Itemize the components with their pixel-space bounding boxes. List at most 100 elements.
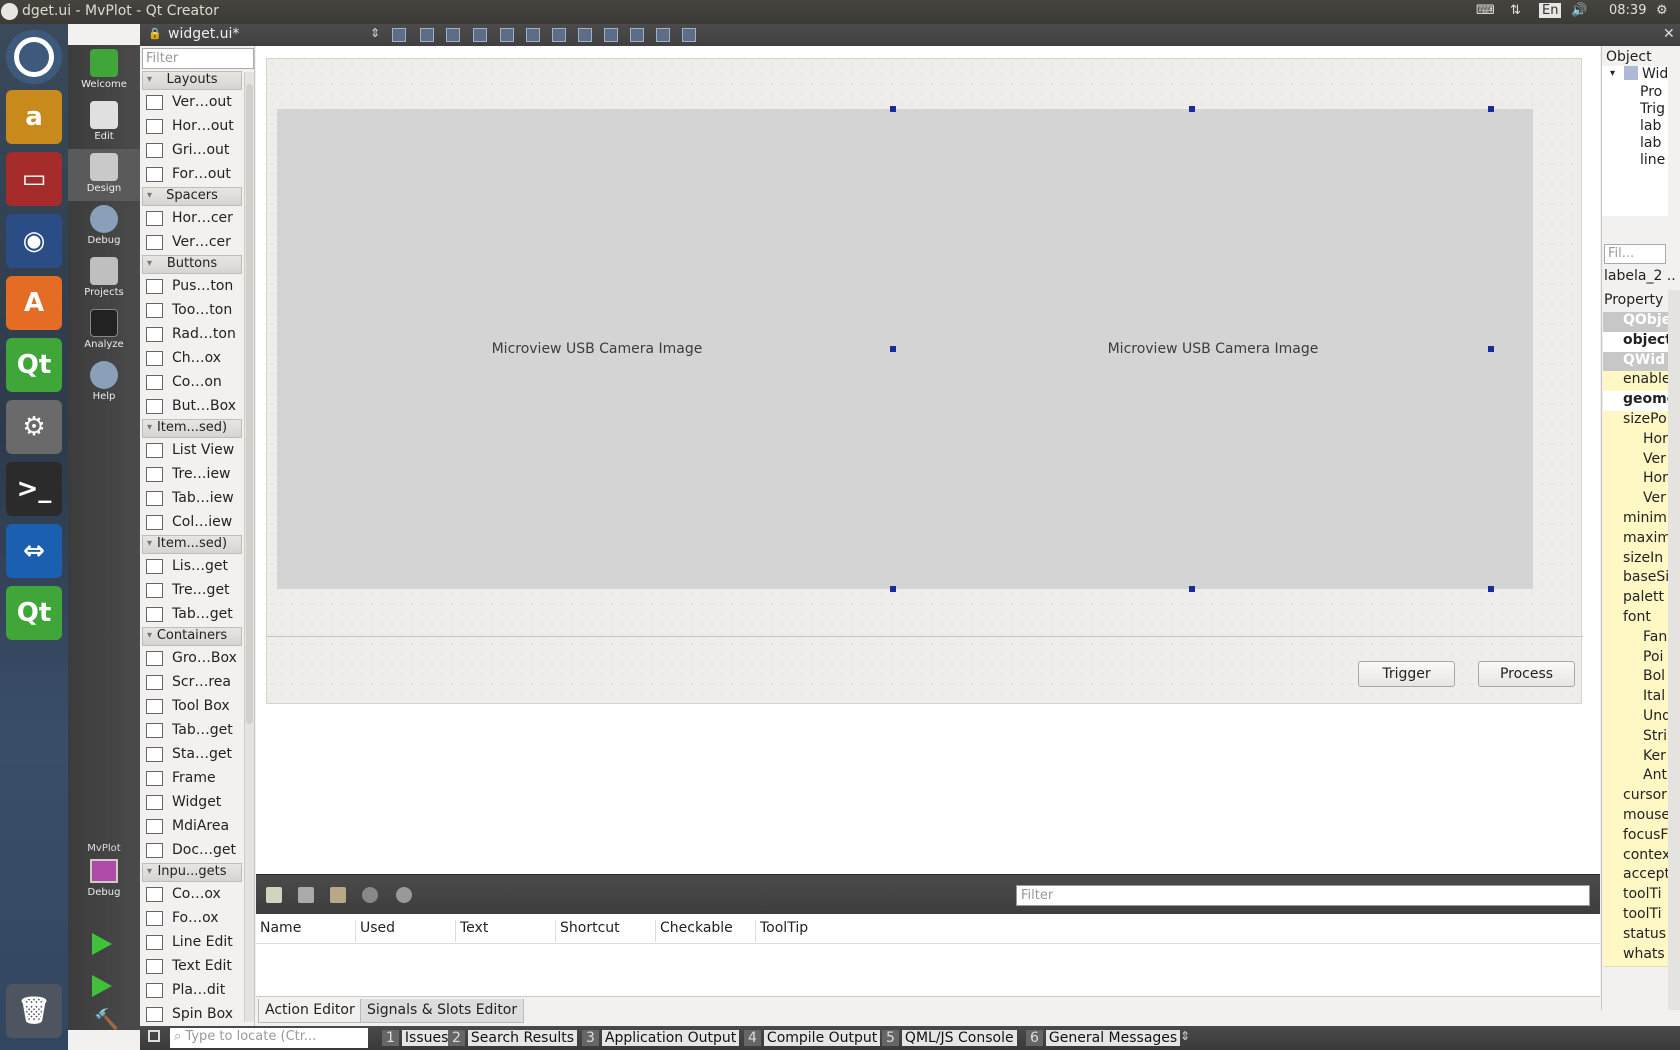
firefox-icon[interactable]: ◉: [6, 214, 62, 268]
scrollbar-thumb[interactable]: [246, 84, 253, 724]
property-row[interactable]: Hor: [1603, 470, 1669, 492]
property-row[interactable]: accept: [1603, 866, 1669, 888]
widget-item[interactable]: Gro…Box: [146, 647, 237, 669]
mode-help[interactable]: Help: [68, 357, 140, 409]
layout-vertical-icon[interactable]: [526, 28, 540, 42]
selection-handle[interactable]: [890, 346, 896, 352]
property-row[interactable]: Und: [1603, 708, 1669, 729]
widget-item[interactable]: Spin Box: [146, 1003, 233, 1025]
property-row[interactable]: Ver: [1603, 450, 1669, 472]
copy-action-icon[interactable]: [298, 887, 314, 903]
edit-buddies-icon[interactable]: [446, 28, 460, 42]
edit-signals-icon[interactable]: [420, 28, 434, 42]
system-settings-icon[interactable]: ⚙: [6, 400, 62, 454]
pane-general-messages[interactable]: 6 General Messages: [1026, 1028, 1181, 1048]
run-icon[interactable]: [92, 933, 112, 955]
category-buttons[interactable]: Buttons: [142, 255, 242, 274]
object-tree-item[interactable]: Wid: [1642, 66, 1668, 82]
widget-item[interactable]: Sta…get: [146, 743, 232, 765]
pane-search-results[interactable]: 2 Search Results: [448, 1028, 578, 1048]
widget-item[interactable]: Pla…dit: [146, 979, 225, 1001]
camera-image-label-2[interactable]: Microview USB Camera Image: [893, 109, 1533, 589]
property-row[interactable]: sizePo: [1603, 411, 1669, 432]
adjust-size-icon[interactable]: [682, 28, 696, 42]
property-row[interactable]: contex: [1603, 846, 1669, 868]
column-name[interactable]: Name: [256, 920, 356, 942]
widget-item[interactable]: Rad…ton: [146, 323, 236, 345]
widget-item[interactable]: Col…iew: [146, 511, 232, 533]
property-row[interactable]: QWid: [1603, 351, 1669, 373]
object-tree-item[interactable]: Pro: [1640, 84, 1662, 100]
property-row[interactable]: QObje: [1603, 312, 1669, 333]
property-row[interactable]: Poi: [1603, 648, 1669, 670]
pane-issues[interactable]: 1 Issues: [382, 1028, 452, 1048]
mode-welcome[interactable]: Welcome: [68, 45, 140, 97]
pane-qml-console[interactable]: 5 QML/JS Console: [882, 1028, 1017, 1048]
mode-debug[interactable]: Debug: [68, 201, 140, 253]
property-row[interactable]: palett: [1603, 589, 1669, 611]
widget-filter-input[interactable]: Filter: [142, 48, 254, 69]
widget-item[interactable]: Too…ton: [146, 299, 232, 321]
qt-creator-icon[interactable]: Qt: [6, 338, 62, 392]
mode-edit[interactable]: Edit: [68, 97, 140, 149]
property-row[interactable]: Stri: [1603, 727, 1669, 749]
object-tree-item[interactable]: lab: [1640, 135, 1661, 151]
object-tree-item[interactable]: line: [1640, 152, 1665, 168]
widget-item[interactable]: For…out: [146, 163, 231, 185]
column-checkable[interactable]: Checkable: [656, 920, 756, 942]
property-row[interactable]: status: [1603, 925, 1669, 947]
widget-item[interactable]: Tre…get: [146, 579, 230, 601]
widget-item[interactable]: Hor…out: [146, 115, 234, 137]
toggle-sidebar-icon[interactable]: [148, 1030, 160, 1042]
form-widget[interactable]: Microview USB Camera Image Microview USB…: [266, 58, 1583, 704]
object-tree[interactable]: ▾ Wid Pro Trig lab lab line: [1602, 66, 1668, 216]
files-icon[interactable]: ▭: [6, 152, 62, 206]
widget-item[interactable]: Frame: [146, 767, 216, 789]
selection-handle[interactable]: [1189, 106, 1195, 112]
kit-selector[interactable]: Debug: [68, 859, 140, 909]
volume-icon[interactable]: 🔊: [1571, 3, 1587, 18]
property-row[interactable]: Bol: [1603, 668, 1669, 690]
selection-handle[interactable]: [1488, 106, 1494, 112]
paste-action-icon[interactable]: [330, 887, 346, 903]
property-row[interactable]: minim: [1603, 510, 1669, 531]
category-item-widgets[interactable]: Item...sed): [142, 535, 242, 554]
property-row[interactable]: object: [1603, 331, 1669, 353]
dash-icon[interactable]: [1, 3, 18, 20]
action-table-body[interactable]: [256, 944, 1600, 996]
widget-item[interactable]: Tool Box: [146, 695, 230, 717]
settings-gear-icon[interactable]: ⚙: [1656, 3, 1668, 18]
widget-item[interactable]: But…Box: [146, 395, 236, 417]
process-button[interactable]: Process: [1478, 661, 1575, 687]
property-row[interactable]: geome: [1603, 391, 1669, 413]
edit-tab-order-icon[interactable]: [473, 28, 487, 42]
property-row[interactable]: whats: [1603, 945, 1669, 967]
trigger-button[interactable]: Trigger: [1358, 661, 1455, 687]
widget-item[interactable]: Fo…ox: [146, 907, 219, 929]
build-hammer-icon[interactable]: 🔨: [94, 1007, 119, 1031]
selection-handle[interactable]: [1488, 346, 1494, 352]
more-panes-arrow-icon[interactable]: ⇕: [1180, 1029, 1190, 1043]
action-filter-input[interactable]: Filter: [1016, 885, 1590, 906]
teamviewer-icon[interactable]: ⇔: [6, 524, 62, 578]
widget-item[interactable]: Co…on: [146, 371, 222, 393]
keyboard-icon[interactable]: ⌨: [1476, 3, 1495, 18]
property-row[interactable]: toolTi: [1603, 906, 1669, 927]
widget-box-scrollbar[interactable]: [244, 72, 254, 1022]
open-document-combo[interactable]: widget.ui*: [168, 26, 239, 42]
locator-input[interactable]: ⌕ Type to locate (Ctr...: [170, 1028, 368, 1048]
layout-horizontal-icon[interactable]: [500, 28, 514, 42]
widget-item[interactable]: Ver…out: [146, 91, 232, 113]
expand-arrow-icon[interactable]: ▾: [1610, 68, 1615, 79]
property-scrollbar[interactable]: [1668, 290, 1680, 1010]
property-row[interactable]: enable: [1603, 371, 1669, 393]
layout-grid-icon[interactable]: [630, 28, 644, 42]
property-row[interactable]: Ker: [1603, 747, 1669, 769]
object-tree-item[interactable]: lab: [1640, 118, 1661, 134]
widget-item[interactable]: Text Edit: [146, 955, 232, 977]
property-row[interactable]: font: [1603, 609, 1669, 630]
property-row[interactable]: sizeIn: [1603, 549, 1669, 571]
trash-icon[interactable]: 🗑: [6, 984, 62, 1038]
document-combo-arrow-icon[interactable]: ⇕: [370, 26, 380, 40]
widget-item[interactable]: Scr…rea: [146, 671, 231, 693]
